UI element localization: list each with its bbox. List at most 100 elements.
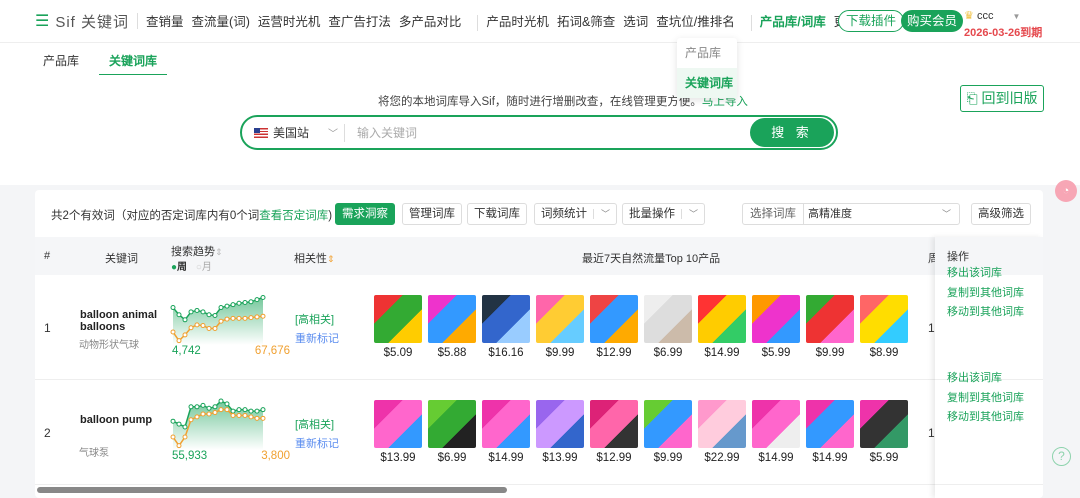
chevron-down-icon: ﹀ (328, 129, 338, 140)
product-image[interactable] (590, 295, 638, 343)
row-op-link[interactable]: 移动到其他词库 (947, 303, 1024, 319)
product-image[interactable] (698, 400, 746, 448)
orange-trend-point (230, 315, 236, 321)
toolbar: 共2个有效词（对应的否定词库内有0个词查看否定词库) 需求洞察 管理词库 下载词… (35, 202, 1043, 226)
nav-item[interactable]: 查销量 (146, 15, 184, 29)
row-op-link[interactable]: 移出该词库 (947, 369, 1002, 385)
col-trend[interactable]: 搜索趋势⇕ (171, 243, 223, 259)
nav-item[interactable]: 查流量(词) (192, 15, 250, 29)
week-option[interactable]: 周 (177, 262, 187, 273)
product-card[interactable]: $14.99 (751, 400, 801, 464)
nav-item[interactable]: 多产品对比 (399, 15, 462, 29)
chevron-down-icon: ﹀ (593, 209, 611, 219)
count-summary: 共2个有效词（对应的否定词库内有0个词查看否定词库) (51, 207, 332, 223)
nav-item[interactable]: 产品库/词库 (760, 15, 826, 29)
product-card[interactable]: $9.99 (535, 295, 585, 359)
product-card[interactable]: $8.99 (859, 295, 909, 359)
search-button[interactable]: 搜 索 (750, 118, 834, 147)
product-card[interactable]: $5.09 (373, 295, 423, 359)
product-image[interactable] (860, 295, 908, 343)
site-select[interactable]: 美国站 ﹀ (242, 123, 345, 142)
product-image[interactable] (590, 400, 638, 448)
product-card[interactable]: $5.99 (859, 400, 909, 464)
keyword-text[interactable]: balloon pump (80, 414, 160, 426)
chevron-down-icon: ﹀ (941, 209, 951, 219)
product-image[interactable] (374, 295, 422, 343)
advanced-filter-button[interactable]: 高级筛选 (971, 203, 1031, 225)
count-end: ) (328, 210, 333, 222)
product-card[interactable]: $16.16 (481, 295, 531, 359)
download-library-button[interactable]: 下载词库 (467, 203, 527, 225)
manage-library-button[interactable]: 管理词库 (402, 203, 462, 225)
product-image[interactable] (374, 400, 422, 448)
product-image[interactable] (752, 295, 800, 343)
product-card[interactable]: $6.99 (427, 400, 477, 464)
batch-ops-dropdown[interactable]: 批量操作 ﹀ (622, 203, 706, 225)
logo[interactable]: ☰ Sif 关键词 (35, 11, 129, 32)
dropdown-item-product-library[interactable]: 产品库 (677, 38, 737, 68)
product-card[interactable]: $5.88 (427, 295, 477, 359)
product-image[interactable] (536, 295, 584, 343)
negative-library-link[interactable]: 查看否定词库 (259, 210, 328, 222)
product-image[interactable] (752, 400, 800, 448)
product-image[interactable] (482, 295, 530, 343)
product-card[interactable]: $6.99 (643, 295, 693, 359)
nav-item[interactable]: 运营时光机 (258, 15, 321, 29)
product-image[interactable] (644, 400, 692, 448)
product-image[interactable] (482, 400, 530, 448)
tab-keyword-library[interactable]: 关键词库 (98, 52, 168, 76)
tab-product-library[interactable]: 产品库 (43, 52, 79, 69)
product-card[interactable]: $9.99 (805, 295, 855, 359)
nav-item[interactable]: 产品时光机 (486, 15, 549, 29)
product-card[interactable]: $14.99 (697, 295, 747, 359)
row-op-link[interactable]: 复制到其他词库 (947, 389, 1024, 405)
nav-item[interactable]: 拓词&筛查 (557, 15, 615, 29)
old-version-label: 回到旧版 (981, 90, 1038, 106)
product-card[interactable]: $5.99 (751, 295, 801, 359)
buy-membership-button[interactable]: 购买会员 (901, 10, 964, 32)
floating-assistant-icon[interactable]: ◔ (1055, 180, 1077, 202)
product-price: $12.99 (596, 347, 632, 359)
product-card[interactable]: $13.99 (373, 400, 423, 464)
nav-item[interactable]: 查坑位/推排名 (656, 15, 734, 29)
library-select[interactable]: 选择词库 高精准度 ﹀ (742, 203, 960, 225)
product-image[interactable] (428, 400, 476, 448)
demand-insight-button[interactable]: 需求洞察 (335, 203, 395, 225)
product-card[interactable]: $9.99 (643, 400, 693, 464)
row-op-link[interactable]: 复制到其他词库 (947, 284, 1024, 300)
green-trend-point (206, 312, 212, 318)
month-option[interactable]: 月 (202, 262, 212, 273)
remark-link[interactable]: 重新标记 (295, 330, 339, 346)
keyword-search-input[interactable] (345, 125, 750, 140)
product-card[interactable]: $14.99 (805, 400, 855, 464)
product-image[interactable] (644, 295, 692, 343)
word-frequency-dropdown[interactable]: 词频统计 ﹀ (534, 203, 618, 225)
product-image[interactable] (806, 400, 854, 448)
horizontal-scrollbar[interactable] (37, 487, 507, 493)
product-image[interactable] (698, 295, 746, 343)
product-image[interactable] (428, 295, 476, 343)
product-card[interactable]: $22.99 (697, 400, 747, 464)
product-card[interactable]: $12.99 (589, 400, 639, 464)
old-version-button[interactable]: ⎗ 回到旧版 (960, 85, 1044, 112)
row-op-link[interactable]: 移动到其他词库 (947, 408, 1024, 424)
product-card[interactable]: $13.99 (535, 400, 585, 464)
nav-item[interactable]: 查广告打法 (328, 15, 391, 29)
help-icon[interactable]: ? (1052, 447, 1071, 466)
row-op-link[interactable]: 移出该词库 (947, 264, 1002, 280)
remark-link[interactable]: 重新标记 (295, 435, 339, 451)
orange-trend-point (194, 414, 200, 420)
download-plugin-button[interactable]: 下载插件 (838, 10, 905, 32)
product-card[interactable]: $12.99 (589, 295, 639, 359)
product-image[interactable] (860, 400, 908, 448)
green-trend-point (254, 408, 260, 414)
col-relevance[interactable]: 相关性⇕ (294, 250, 335, 266)
product-image[interactable] (806, 295, 854, 343)
dropdown-item-keyword-library[interactable]: 关键词库 (677, 68, 737, 98)
user-menu[interactable]: ♛ ccc ▼ 2026-03-26到期 (964, 9, 1042, 40)
product-card[interactable]: $14.99 (481, 400, 531, 464)
nav-item[interactable]: 选词 (623, 15, 648, 29)
keyword-text[interactable]: balloon animal balloons (80, 309, 160, 333)
orange-trend-point (242, 315, 248, 321)
product-image[interactable] (536, 400, 584, 448)
